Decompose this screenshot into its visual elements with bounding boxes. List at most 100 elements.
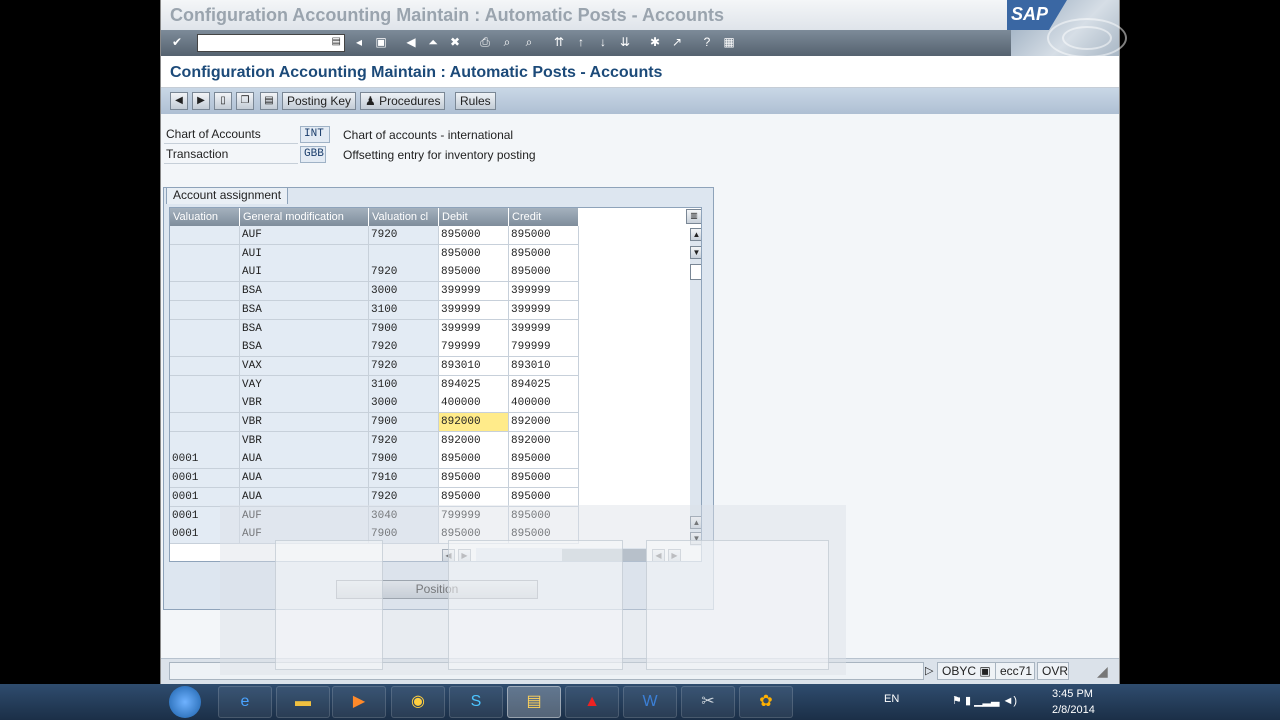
cancel-icon[interactable]: ✖ (447, 34, 463, 50)
shortcut-icon[interactable]: ↗ (669, 34, 685, 50)
gallery-icon[interactable]: ✿ (739, 686, 793, 718)
table-cell[interactable]: 895000 (509, 450, 579, 470)
table-cell[interactable]: 892000 (509, 413, 579, 432)
table-cell[interactable]: 895000 (509, 244, 579, 264)
table-row[interactable]: 0001 AUA 7910 895000 895000 (170, 469, 579, 489)
table-cell[interactable]: 894025 (439, 375, 509, 395)
table-row[interactable]: VBR 7900 892000 892000 (170, 413, 579, 432)
print-list-icon[interactable]: ▤ (260, 92, 278, 110)
rules-button[interactable]: Rules (455, 92, 496, 110)
column-header[interactable]: Credit (509, 208, 579, 226)
acrobat-icon[interactable]: ▲ (565, 686, 619, 718)
column-header[interactable]: Debit (439, 208, 509, 226)
table-cell[interactable]: 895000 (439, 469, 509, 489)
window-thumbnail[interactable] (275, 540, 383, 670)
scroll-up-icon[interactable]: ▲ (690, 228, 701, 241)
table-cell[interactable]: 895000 (439, 263, 509, 283)
next-entry-icon[interactable]: ▶ (192, 92, 210, 110)
command-field[interactable]: ▤ (197, 34, 345, 52)
scroll-page-down-icon[interactable]: ▼ (690, 246, 701, 259)
table-row[interactable]: 0001 AUA 7920 895000 895000 (170, 487, 579, 507)
table-cell[interactable]: 399999 (509, 300, 579, 320)
clock-time[interactable]: 3:45 PM (1052, 688, 1093, 700)
last-page-icon[interactable]: ⇊ (617, 34, 633, 50)
table-cell[interactable]: 895000 (439, 244, 509, 264)
transaction-field[interactable]: GBB (300, 146, 326, 163)
table-cell[interactable]: 895000 (509, 263, 579, 283)
table-cell[interactable]: 893010 (439, 356, 509, 376)
language-indicator[interactable]: EN (884, 693, 899, 705)
copy-icon[interactable]: ❐ (236, 92, 254, 110)
action-center-icon[interactable]: ⚑ (952, 695, 962, 707)
tray-icons[interactable]: ⚑ ▮ ▁▂▃ ◄) (952, 694, 1017, 707)
table-cell[interactable]: 799999 (439, 338, 509, 358)
table-row[interactable]: 0001 AUA 7900 895000 895000 (170, 450, 579, 470)
first-page-icon[interactable]: ⇈ (551, 34, 567, 50)
new-session-icon[interactable]: ✱ (647, 34, 663, 50)
find-icon[interactable]: ⌕ (499, 34, 515, 50)
next-page-icon[interactable]: ↓ (595, 34, 611, 50)
scroll-thumb[interactable] (690, 264, 701, 280)
table-row[interactable]: AUI 895000 895000 (170, 244, 579, 264)
table-row[interactable]: BSA 7900 399999 399999 (170, 319, 579, 339)
start-button-icon[interactable] (169, 686, 201, 718)
table-row[interactable]: BSA 3000 399999 399999 (170, 282, 579, 302)
file-explorer-icon[interactable]: ▬ (276, 686, 330, 718)
volume-icon[interactable]: ◄) (1003, 695, 1018, 707)
help-icon[interactable]: ? (699, 34, 715, 50)
table-row[interactable]: BSA 3100 399999 399999 (170, 300, 579, 320)
status-mode[interactable]: OVR (1037, 662, 1069, 680)
internet-explorer-icon[interactable]: e (218, 686, 272, 718)
new-entry-icon[interactable]: ▯ (214, 92, 232, 110)
previous-entry-icon[interactable]: ◀ (170, 92, 188, 110)
table-cell[interactable]: 893010 (509, 356, 579, 376)
chrome-icon[interactable]: ◉ (391, 686, 445, 718)
save-icon[interactable]: ▣ (373, 34, 389, 50)
window-thumbnail[interactable] (646, 540, 829, 670)
table-row[interactable]: AUI 7920 895000 895000 (170, 263, 579, 283)
table-cell[interactable]: 399999 (509, 319, 579, 339)
table-row[interactable]: BSA 7920 799999 799999 (170, 338, 579, 358)
resize-grip-icon[interactable]: ◢ (1097, 663, 1108, 680)
table-cell[interactable]: 399999 (439, 282, 509, 302)
column-header[interactable]: Valuation (170, 208, 240, 226)
table-row[interactable]: VBR 3000 400000 400000 (170, 394, 579, 414)
previous-page-icon[interactable]: ↑ (573, 34, 589, 50)
table-cell[interactable]: 400000 (509, 394, 579, 414)
table-cell[interactable]: 400000 (439, 394, 509, 414)
media-player-icon[interactable]: ▶ (332, 686, 386, 718)
account-assignment-tab[interactable]: Account assignment (166, 187, 289, 204)
table-cell[interactable]: 895000 (509, 487, 579, 507)
find-next-icon[interactable]: ⌕ (521, 34, 537, 50)
posting-key-button[interactable]: Posting Key (282, 92, 357, 110)
table-cell[interactable]: 895000 (439, 226, 509, 245)
back-icon[interactable]: ◀ (403, 34, 419, 50)
table-cell[interactable]: 895000 (439, 450, 509, 470)
print-icon[interactable]: ⎙ (477, 34, 493, 50)
procedures-button[interactable]: ♟ Procedures (360, 92, 446, 110)
table-cell[interactable]: 892000 (439, 413, 509, 432)
skype-icon[interactable]: S (449, 686, 503, 718)
window-thumbnail[interactable] (448, 540, 623, 670)
table-cell[interactable]: 799999 (509, 338, 579, 358)
command-dropdown-icon[interactable]: ▤ (332, 36, 341, 47)
sap-logon-icon[interactable]: ▤ (507, 686, 561, 718)
table-settings-icon[interactable]: ▥ (686, 209, 701, 224)
table-row[interactable]: AUF 7920 895000 895000 (170, 226, 579, 245)
column-header[interactable]: General modification (240, 208, 369, 226)
clock-date[interactable]: 2/8/2014 (1052, 704, 1095, 716)
status-expand-icon[interactable]: ▷ (925, 664, 933, 677)
status-transaction[interactable]: OBYC ▣ (937, 662, 997, 680)
chart-of-accounts-field[interactable]: INT (300, 126, 330, 143)
table-cell[interactable]: 895000 (509, 226, 579, 245)
table-cell[interactable]: 892000 (509, 431, 579, 451)
table-cell[interactable]: 399999 (439, 300, 509, 320)
table-row[interactable]: VBR 7920 892000 892000 (170, 431, 579, 451)
layout-menu-icon[interactable]: ▦ (721, 34, 737, 50)
vertical-scrollbar[interactable]: ▲ ▼ ▲ ▼ (690, 228, 701, 546)
exit-icon[interactable]: ⏶ (425, 34, 441, 50)
power-icon[interactable]: ▮ (965, 695, 971, 707)
table-cell[interactable]: 895000 (509, 469, 579, 489)
table-cell[interactable]: 399999 (439, 319, 509, 339)
snipping-tool-icon[interactable]: ✂ (681, 686, 735, 718)
